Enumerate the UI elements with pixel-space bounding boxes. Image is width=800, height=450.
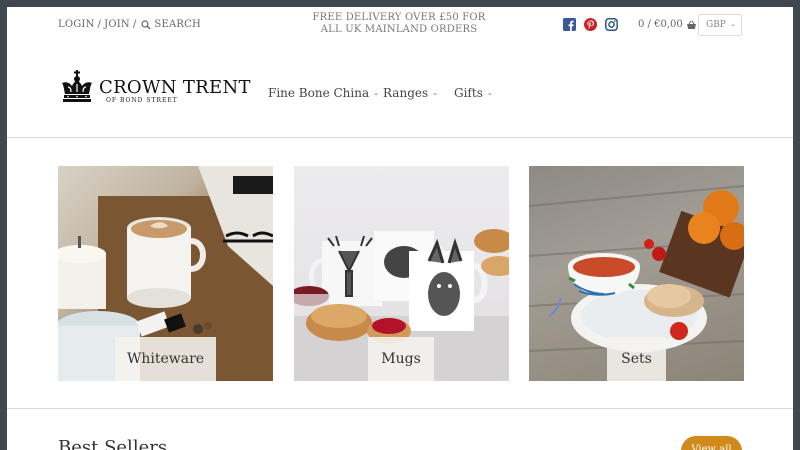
view-all-button[interactable]: View all [681, 436, 742, 450]
site-logo[interactable]: CROWN TRENT OF BOND STREET [58, 69, 251, 105]
join-link[interactable]: JOIN [104, 19, 130, 30]
currency-select[interactable]: GBP ⌄ [698, 14, 742, 36]
pinterest-icon[interactable] [584, 18, 597, 31]
tile-label[interactable]: Mugs [368, 337, 434, 381]
tile-label[interactable]: Sets [607, 337, 666, 381]
facebook-icon[interactable] [563, 18, 576, 31]
instagram-icon[interactable] [605, 18, 618, 31]
crown-logo-icon [62, 70, 92, 102]
tile-label[interactable]: Whiteware [115, 337, 216, 381]
promo-line-1: FREE DELIVERY OVER £50 FOR [312, 12, 486, 23]
separator: / [132, 19, 137, 30]
nav-label: Ranges [383, 86, 429, 100]
cart-summary[interactable]: 0 / €0,00 [638, 19, 697, 30]
nav-gifts[interactable]: Gifts ⌄ [454, 86, 493, 100]
best-sellers-title: Best Sellers [58, 437, 168, 450]
page: LOGIN / JOIN / SEARCH FREE DELIVERY OVER… [7, 7, 793, 450]
account-links: LOGIN / JOIN / SEARCH [58, 19, 201, 30]
category-tile-sets[interactable]: Sets [529, 166, 744, 381]
category-tile-whiteware[interactable]: Whiteware [58, 166, 273, 381]
top-bar: LOGIN / JOIN / SEARCH FREE DELIVERY OVER… [7, 7, 793, 52]
nav-ranges[interactable]: Ranges ⌄ [383, 86, 438, 100]
chevron-down-icon: ⌄ [373, 89, 380, 97]
currency-value: GBP [706, 20, 726, 30]
nav-label: Gifts [454, 86, 483, 100]
separator: / [97, 19, 102, 30]
nav-fine-bone-china[interactable]: Fine Bone China ⌄ [268, 86, 379, 100]
nav-label: Fine Bone China [268, 86, 370, 100]
category-tile-mugs[interactable]: Mugs [294, 166, 509, 381]
cart-total[interactable]: 0 / €0,00 [638, 19, 683, 30]
promo-line-2: ALL UK MAINLAND ORDERS [320, 24, 478, 35]
section-divider [7, 408, 793, 409]
brand-tagline: OF BOND STREET [106, 97, 178, 104]
delivery-promo: FREE DELIVERY OVER £50 FOR ALL UK MAINLA… [299, 12, 499, 36]
basket-icon[interactable] [686, 20, 697, 30]
search-link[interactable]: SEARCH [154, 19, 200, 30]
chevron-down-icon: ⌄ [730, 20, 736, 28]
header-divider [7, 137, 793, 138]
search-icon[interactable] [141, 19, 151, 30]
chevron-down-icon: ⌄ [486, 89, 493, 97]
login-link[interactable]: LOGIN [58, 19, 95, 30]
brand-name: CROWN TRENT [99, 77, 251, 98]
chevron-down-icon: ⌄ [432, 89, 439, 97]
